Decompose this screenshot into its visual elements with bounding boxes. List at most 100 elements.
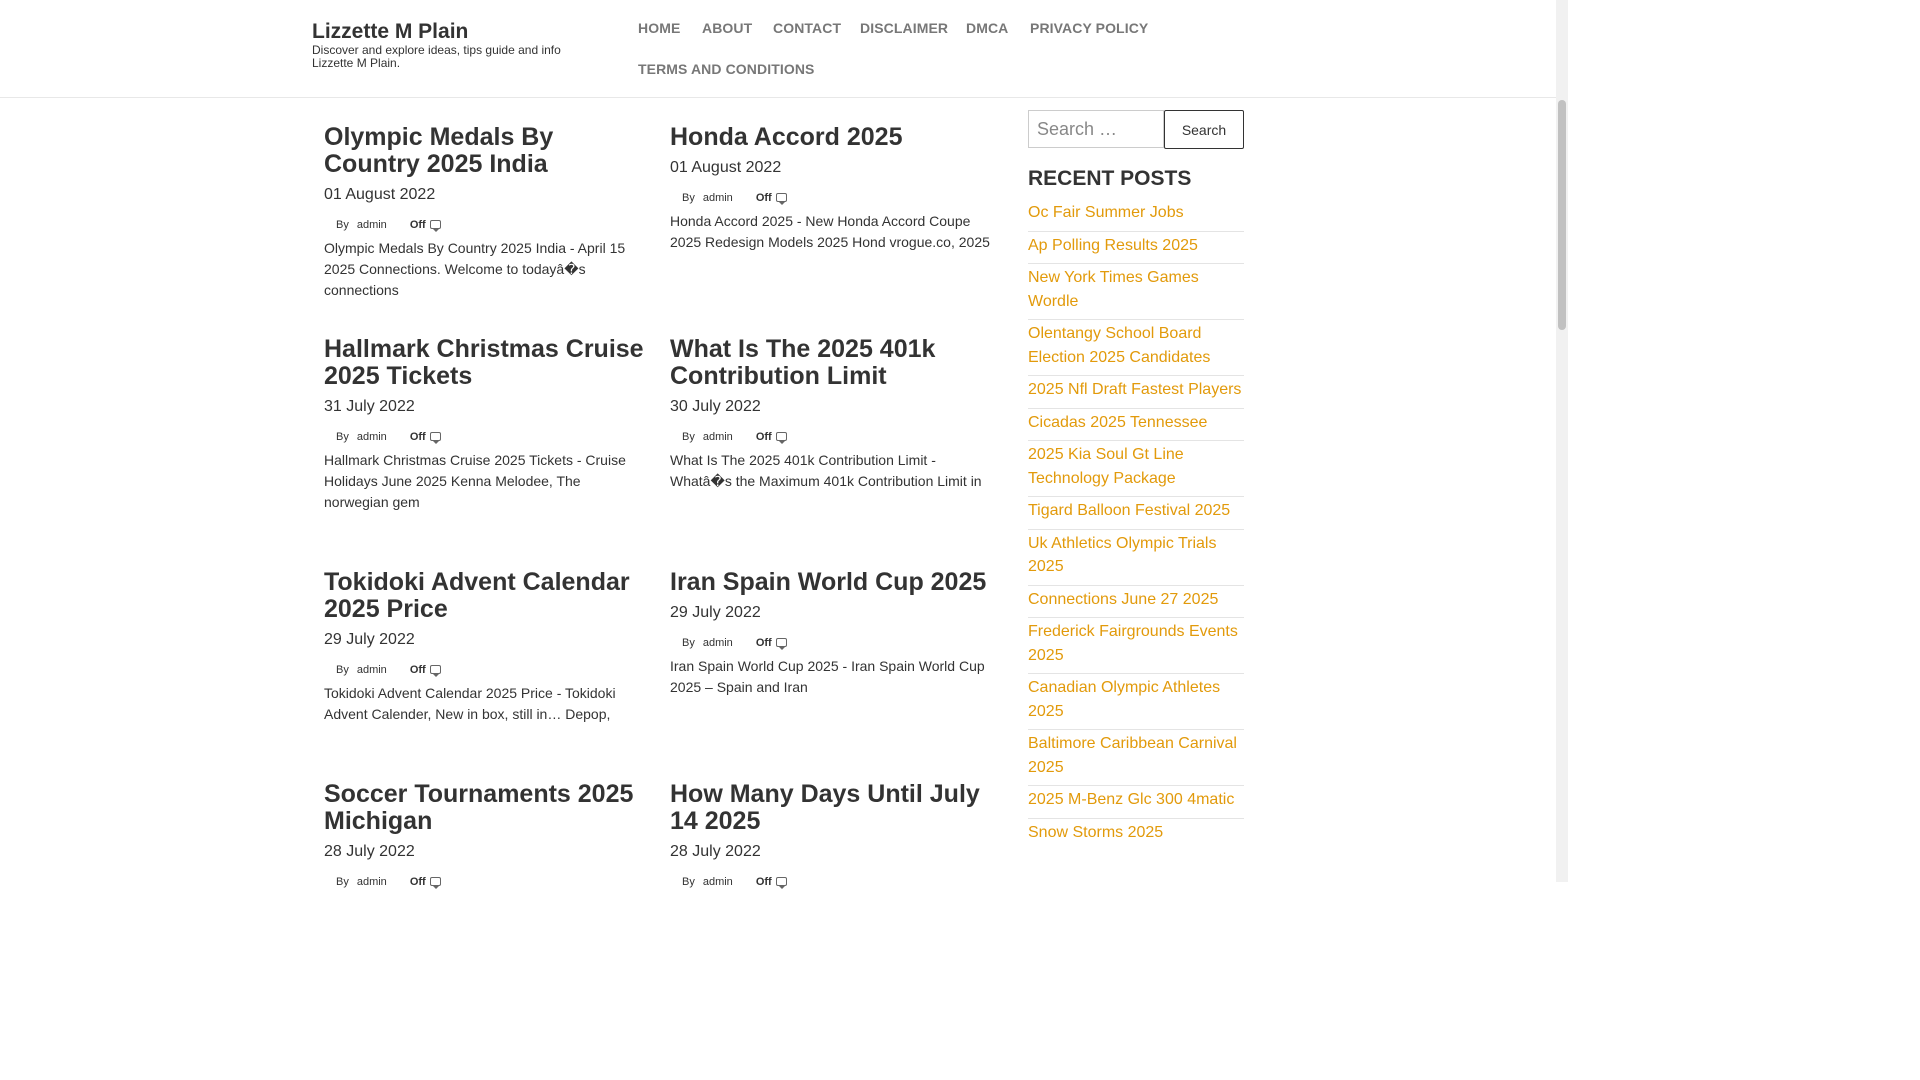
post-date: 31 July 2022 bbox=[324, 398, 415, 415]
post-excerpt: Tokidoki Advent Calendar 2025 Price - To… bbox=[324, 685, 616, 722]
post-by-label: By bbox=[336, 876, 349, 888]
list-item: 2025 M-Benz Glc 300 4matic bbox=[1028, 786, 1244, 819]
list-item: Ap Polling Results 2025 bbox=[1028, 232, 1244, 264]
post-by-label: By bbox=[336, 431, 349, 443]
post-date: 28 July 2022 bbox=[324, 843, 415, 860]
nav-about[interactable]: ABOUT bbox=[702, 20, 752, 36]
post-by-label: By bbox=[682, 431, 695, 443]
post-by-label: By bbox=[336, 219, 349, 231]
post-date: 28 July 2022 bbox=[670, 843, 761, 860]
post-by-label: By bbox=[682, 876, 695, 888]
post-meta: By admin Off bbox=[670, 874, 995, 890]
nav-home[interactable]: HOME bbox=[638, 20, 680, 36]
post-author[interactable]: admin bbox=[357, 876, 387, 888]
post-card: Honda Accord 2025 01 August 2022 By admi… bbox=[670, 124, 995, 253]
post-author[interactable]: admin bbox=[357, 664, 387, 676]
recent-post-link[interactable]: 2025 Nfl Draft Fastest Players bbox=[1028, 381, 1241, 398]
site-description: Discover and explore ideas, tips guide a… bbox=[312, 43, 561, 70]
post-by-label: By bbox=[682, 637, 695, 649]
post-author[interactable]: admin bbox=[703, 431, 733, 443]
nav-privacy-policy[interactable]: PRIVACY POLICY bbox=[1030, 20, 1148, 36]
post-excerpt: Iran Spain World Cup 2025 - Iran Spain W… bbox=[670, 658, 985, 695]
site-header: Lizzette M Plain Discover and explore id… bbox=[0, 0, 1556, 98]
post-comments-status: Off bbox=[409, 664, 426, 676]
post-excerpt: Honda Accord 2025 - New Honda Accord Cou… bbox=[670, 213, 990, 250]
recent-post-link[interactable]: New York Times Games Wordle bbox=[1028, 269, 1199, 310]
post-title[interactable]: How Many Days Until July 14 2025 bbox=[670, 781, 995, 835]
recent-post-link[interactable]: Baltimore Caribbean Carnival 2025 bbox=[1028, 735, 1237, 776]
recent-post-link[interactable]: Connections June 27 2025 bbox=[1028, 591, 1218, 608]
comment-icon bbox=[429, 431, 441, 444]
nav-contact[interactable]: CONTACT bbox=[773, 20, 841, 36]
post-by-label: By bbox=[682, 192, 695, 204]
nav-terms-and-conditions[interactable]: TERMS AND CONDITIONS bbox=[638, 61, 814, 77]
post-title[interactable]: What Is The 2025 401k Contribution Limit bbox=[670, 336, 995, 390]
post-comments-status: Off bbox=[755, 431, 772, 443]
recent-post-link[interactable]: Snow Storms 2025 bbox=[1028, 824, 1163, 841]
list-item: Frederick Fairgrounds Events 2025 bbox=[1028, 618, 1244, 674]
post-meta: By admin Off bbox=[670, 190, 995, 206]
site-title[interactable]: Lizzette M Plain bbox=[312, 20, 468, 44]
comment-icon bbox=[429, 219, 441, 232]
recent-post-link[interactable]: Oc Fair Summer Jobs bbox=[1028, 204, 1184, 221]
recent-posts-heading: RECENT POSTS bbox=[1028, 167, 1192, 190]
recent-post-link[interactable]: Ap Polling Results 2025 bbox=[1028, 237, 1198, 254]
recent-post-link[interactable]: 2025 Kia Soul Gt Line Technology Package bbox=[1028, 446, 1184, 487]
post-author[interactable]: admin bbox=[703, 192, 733, 204]
recent-posts-list: Oc Fair Summer Jobs Ap Polling Results 2… bbox=[1028, 199, 1244, 850]
post-title[interactable]: Olympic Medals By Country 2025 India bbox=[324, 124, 649, 178]
post-title[interactable]: Tokidoki Advent Calendar 2025 Price bbox=[324, 569, 649, 623]
list-item: Connections June 27 2025 bbox=[1028, 586, 1244, 618]
recent-post-link[interactable]: Tigard Balloon Festival 2025 bbox=[1028, 502, 1230, 519]
post-comments-status: Off bbox=[755, 637, 772, 649]
post-title[interactable]: Iran Spain World Cup 2025 bbox=[670, 569, 995, 596]
post-comments-status: Off bbox=[755, 192, 772, 204]
post-author[interactable]: admin bbox=[357, 431, 387, 443]
list-item: New York Times Games Wordle bbox=[1028, 264, 1244, 320]
nav-dmca[interactable]: DMCA bbox=[966, 20, 1008, 36]
list-item: Snow Storms 2025 bbox=[1028, 819, 1244, 851]
search-button[interactable]: Search bbox=[1164, 110, 1244, 149]
list-item: Cicadas 2025 Tennessee bbox=[1028, 409, 1244, 441]
post-comments-status: Off bbox=[755, 876, 772, 888]
post-meta: By admin Off bbox=[670, 635, 995, 651]
post-title[interactable]: Hallmark Christmas Cruise 2025 Tickets bbox=[324, 336, 649, 390]
post-meta: By admin Off bbox=[324, 874, 649, 890]
post-card: Soccer Tournaments 2025 Michigan 28 July… bbox=[324, 781, 649, 890]
recent-post-link[interactable]: Uk Athletics Olympic Trials 2025 bbox=[1028, 535, 1216, 576]
post-card: Olympic Medals By Country 2025 India 01 … bbox=[324, 124, 649, 301]
post-excerpt: Hallmark Christmas Cruise 2025 Tickets -… bbox=[324, 452, 626, 510]
post-date: 01 August 2022 bbox=[670, 159, 782, 176]
post-card: Hallmark Christmas Cruise 2025 Tickets 3… bbox=[324, 336, 649, 513]
nav-disclaimer[interactable]: DISCLAIMER bbox=[860, 20, 948, 36]
scrollbar[interactable] bbox=[1556, 0, 1568, 882]
recent-post-link[interactable]: Canadian Olympic Athletes 2025 bbox=[1028, 679, 1220, 720]
list-item: 2025 Kia Soul Gt Line Technology Package bbox=[1028, 441, 1244, 497]
post-title[interactable]: Honda Accord 2025 bbox=[670, 124, 995, 151]
post-author[interactable]: admin bbox=[703, 637, 733, 649]
comment-icon bbox=[775, 637, 787, 650]
post-meta: By admin Off bbox=[324, 429, 649, 445]
post-comments-status: Off bbox=[409, 219, 426, 231]
recent-post-link[interactable]: Olentangy School Board Election 2025 Can… bbox=[1028, 325, 1210, 366]
post-meta: By admin Off bbox=[670, 429, 995, 445]
post-comments-status: Off bbox=[409, 876, 426, 888]
post-author[interactable]: admin bbox=[357, 219, 387, 231]
search-input[interactable] bbox=[1028, 110, 1164, 148]
list-item: Olentangy School Board Election 2025 Can… bbox=[1028, 320, 1244, 376]
comment-icon bbox=[775, 876, 787, 889]
post-excerpt: What Is The 2025 401k Contribution Limit… bbox=[670, 452, 982, 489]
comment-icon bbox=[775, 431, 787, 444]
post-date: 30 July 2022 bbox=[670, 398, 761, 415]
recent-post-link[interactable]: Frederick Fairgrounds Events 2025 bbox=[1028, 623, 1238, 664]
scrollbar-thumb[interactable] bbox=[1558, 100, 1566, 330]
recent-post-link[interactable]: Cicadas 2025 Tennessee bbox=[1028, 414, 1207, 431]
post-date: 29 July 2022 bbox=[670, 604, 761, 621]
post-card: How Many Days Until July 14 2025 28 July… bbox=[670, 781, 995, 890]
comment-icon bbox=[775, 192, 787, 205]
list-item: Tigard Balloon Festival 2025 bbox=[1028, 497, 1244, 530]
recent-post-link[interactable]: 2025 M-Benz Glc 300 4matic bbox=[1028, 791, 1234, 808]
post-author[interactable]: admin bbox=[703, 876, 733, 888]
post-excerpt: Olympic Medals By Country 2025 India - A… bbox=[324, 240, 626, 298]
post-title[interactable]: Soccer Tournaments 2025 Michigan bbox=[324, 781, 649, 835]
